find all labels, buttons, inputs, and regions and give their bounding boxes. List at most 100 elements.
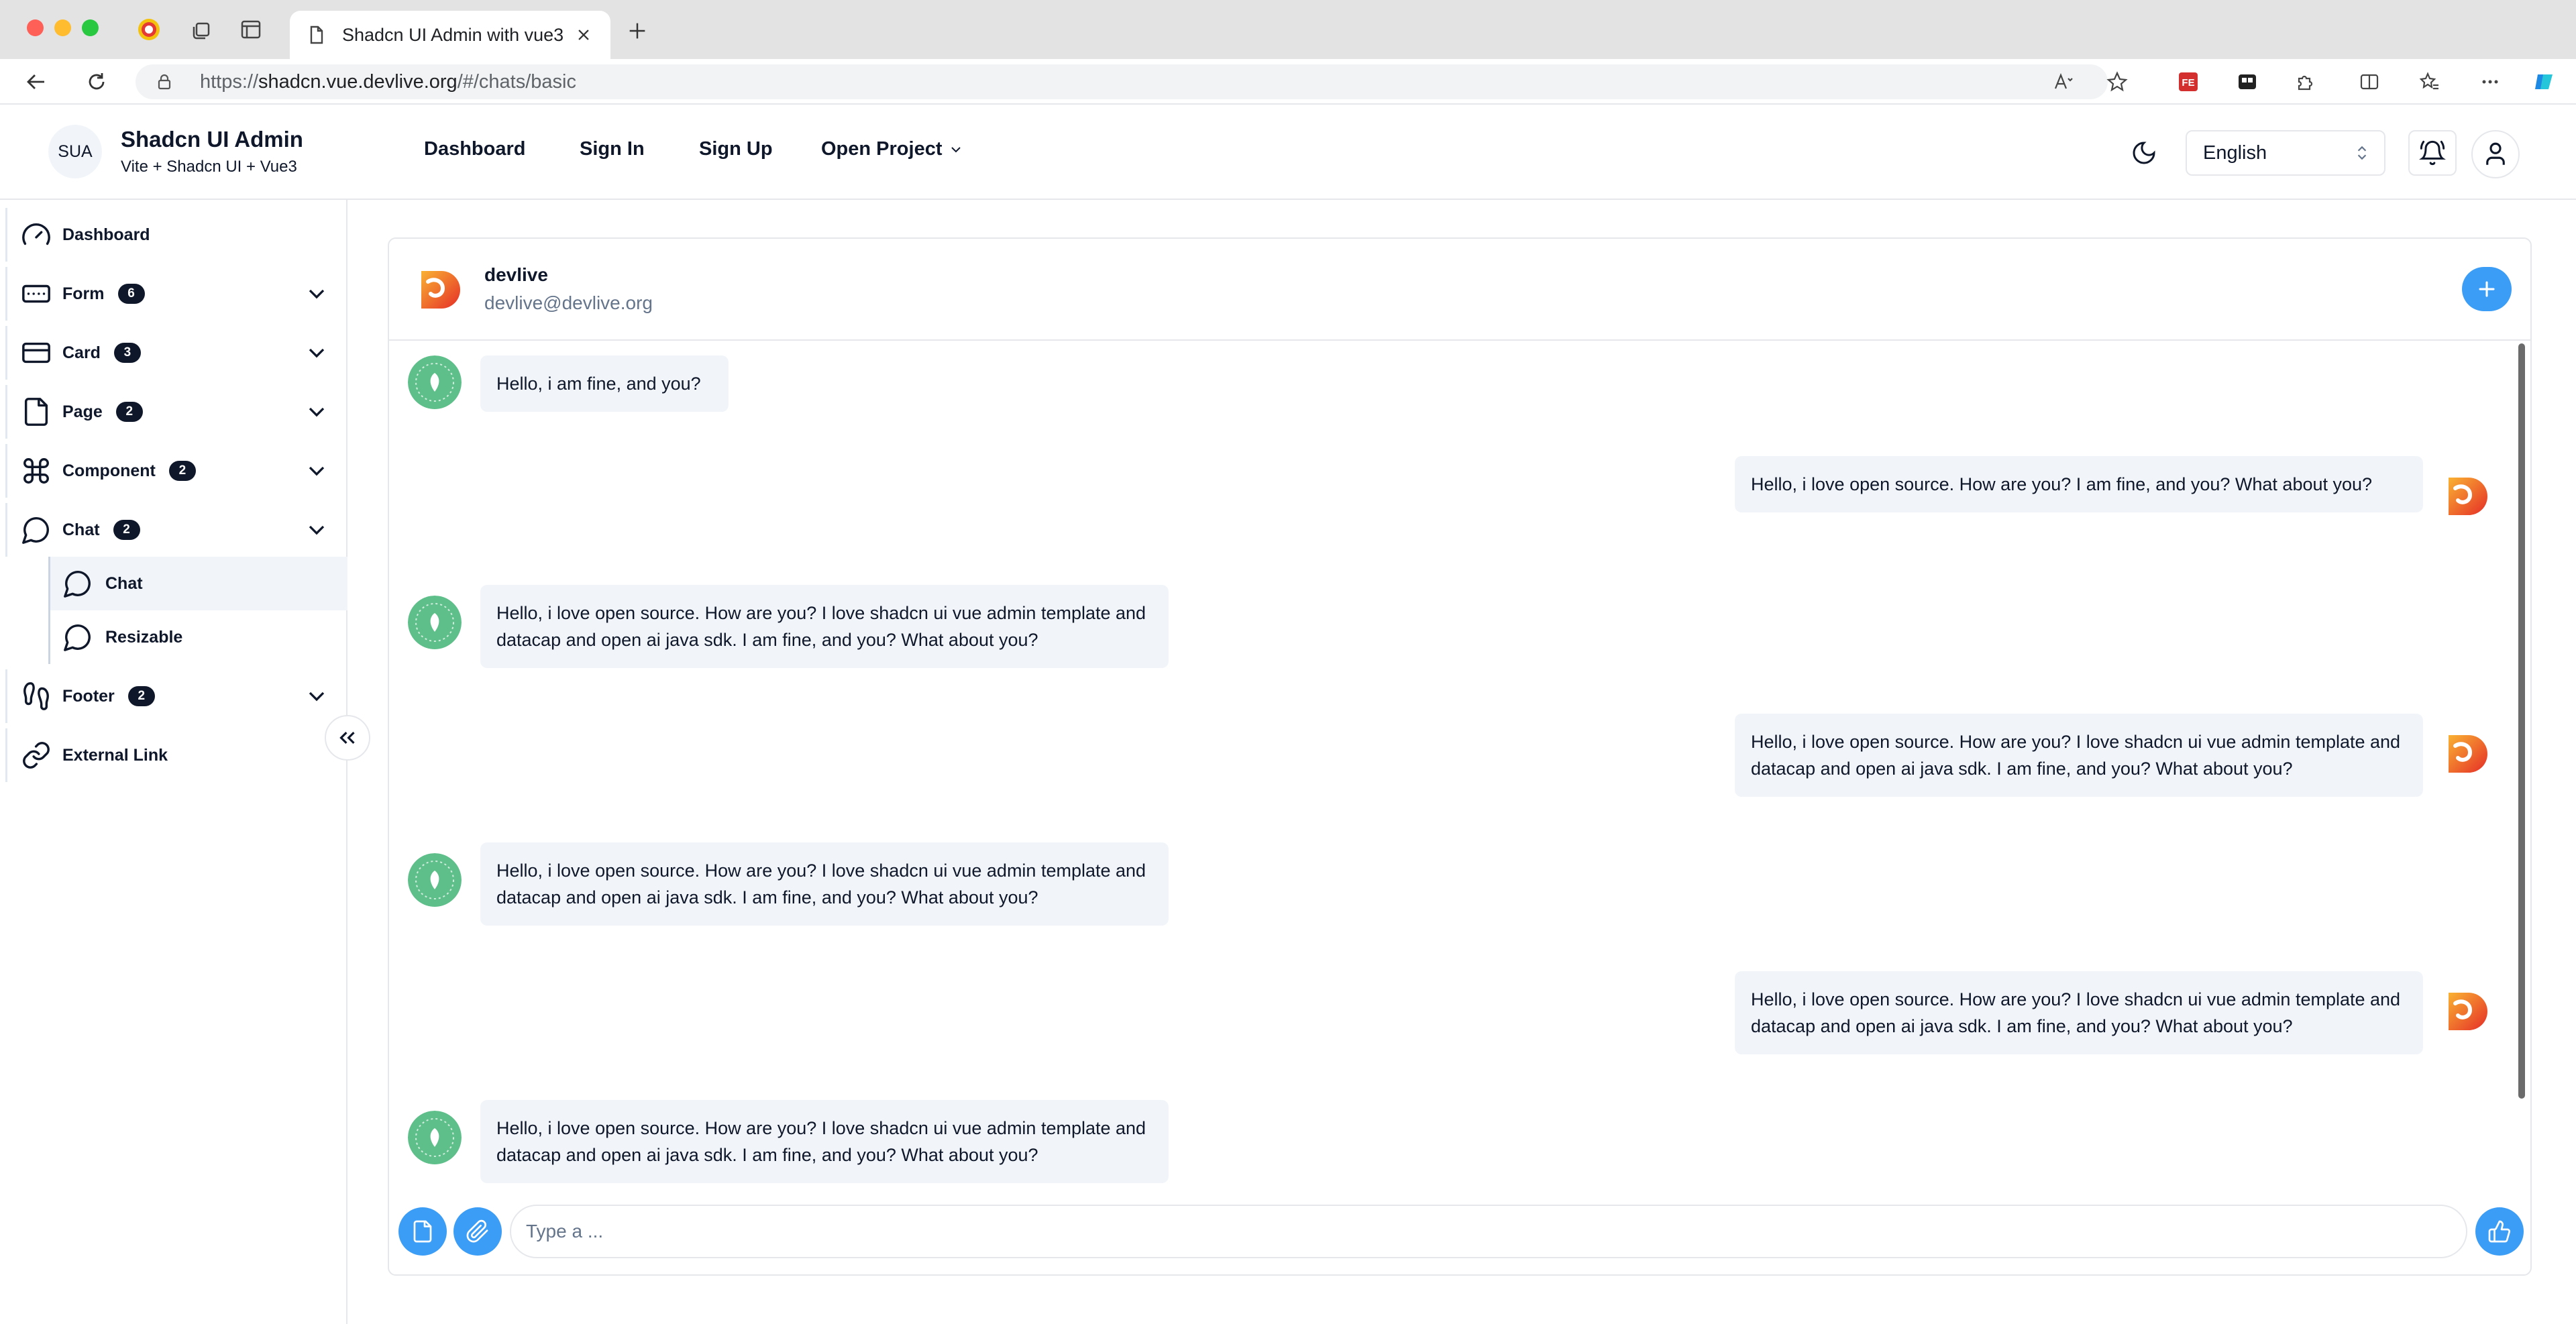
count-badge: 6 [117, 284, 145, 304]
command-icon [23, 458, 49, 484]
message-composer [389, 1178, 2530, 1274]
add-chat-button[interactable] [2462, 267, 2512, 311]
devlive-logo-avatar [2449, 993, 2487, 1030]
nav-link-dashboard[interactable]: Dashboard [424, 138, 525, 160]
user-menu-button[interactable] [2471, 130, 2520, 178]
chevron-down-icon[interactable] [303, 398, 330, 425]
sidebar-item-card[interactable]: Card 3 [5, 326, 347, 380]
sidebar-item-footer[interactable]: Footer 2 [5, 669, 347, 723]
nav-link-sign-in[interactable]: Sign In [580, 138, 645, 160]
extension-fe-icon[interactable]: FE [2174, 67, 2203, 97]
favorite-star-icon[interactable] [2102, 67, 2132, 97]
page-icon [310, 25, 323, 44]
message-circle-icon [22, 517, 49, 544]
collapse-sidebar-button[interactable] [325, 715, 370, 761]
user-icon [2486, 142, 2505, 165]
url-text: https://shadcn.vue.devlive.org/#/chats/b… [200, 70, 577, 93]
chevron-down-icon[interactable] [303, 457, 330, 484]
message-input[interactable] [510, 1205, 2467, 1258]
window-zoom-button[interactable] [82, 19, 99, 36]
svg-text:FE: FE [2182, 77, 2194, 89]
count-badge: 3 [113, 343, 141, 363]
split-screen-icon[interactable] [2355, 67, 2384, 97]
window-close-button[interactable] [27, 19, 44, 36]
assistant-avatar [408, 355, 462, 409]
browser-address-bar: https://shadcn.vue.devlive.org/#/chats/b… [0, 59, 2576, 105]
favorites-icon[interactable] [2415, 67, 2445, 97]
message-bubble: Hello, i love open source. How are you? … [1735, 714, 2423, 797]
attach-file-button[interactable] [398, 1207, 447, 1256]
vertical-tabs-icon[interactable] [236, 15, 266, 44]
message-bubble: Hello, i love open source. How are you? … [480, 585, 1169, 668]
message-circle-icon [64, 571, 91, 598]
browser-tab-active[interactable]: Shadcn UI Admin with vue3 [290, 11, 610, 59]
reload-icon[interactable] [82, 67, 111, 97]
tab-collections-icon[interactable] [188, 15, 217, 44]
sidebar-subitem-chat[interactable]: Chat [48, 557, 347, 610]
lock-icon [158, 74, 171, 90]
notifications-button[interactable] [2408, 130, 2457, 176]
message-bubble: Hello, i love open source. How are you? … [1735, 971, 2423, 1054]
sidebar-item-external-link[interactable]: External Link [5, 728, 347, 782]
theme-toggle-moon-icon[interactable] [2125, 134, 2163, 172]
message-bubble: Hello, i love open source. How are you? … [480, 1100, 1169, 1183]
brand-subtitle: Vite + Shadcn UI + Vue3 [121, 158, 297, 176]
chevrons-up-down-icon [2357, 146, 2367, 160]
read-aloud-icon[interactable] [2049, 67, 2078, 97]
chevron-down-icon[interactable] [303, 280, 330, 307]
sidebar: Dashboard Form 6 Card 3 Page 2 Component… [0, 200, 347, 1324]
devlive-logo-avatar [421, 271, 460, 309]
sidebar-item-page[interactable]: Page 2 [5, 385, 347, 439]
chevron-down-icon [951, 146, 961, 152]
nav-link-sign-up[interactable]: Sign Up [699, 138, 773, 160]
count-badge: 2 [115, 402, 143, 422]
more-options-icon[interactable] [2475, 67, 2505, 97]
sidebar-brand: SUA Shadcn UI Admin Vite + Shadcn UI + V… [0, 105, 347, 200]
url-field[interactable]: https://shadcn.vue.devlive.org/#/chats/b… [136, 64, 2108, 99]
devlive-logo-avatar [2449, 735, 2487, 773]
chevron-down-icon[interactable] [303, 516, 330, 543]
assistant-avatar [408, 596, 462, 649]
sidebar-item-component[interactable]: Component 2 [5, 444, 347, 498]
brand-title: Shadcn UI Admin [121, 127, 303, 152]
bell-ring-icon [2419, 140, 2446, 166]
message-bubble: Hello, i am fine, and you? [480, 355, 729, 412]
brand-logo: SUA [48, 125, 102, 178]
sidebar-item-dashboard[interactable]: Dashboard [5, 208, 347, 262]
sidebar-subitem-resizable[interactable]: Resizable [48, 610, 347, 664]
sidebar-item-chat[interactable]: Chat 2 [5, 503, 347, 557]
chat-panel: devlive devlive@devlive.org Hello, i am … [388, 237, 2532, 1276]
extensions-puzzle-icon[interactable] [2290, 67, 2320, 97]
extension-app-icon[interactable] [2233, 67, 2262, 97]
copilot-icon[interactable] [2529, 67, 2559, 97]
browser-tab-bar: Shadcn UI Admin with vue3 [0, 0, 2576, 59]
chevron-down-icon[interactable] [303, 339, 330, 366]
back-arrow-icon[interactable] [21, 67, 51, 97]
browser-profile-icon[interactable] [134, 15, 164, 44]
thumbs-up-icon [2488, 1220, 2510, 1243]
devlive-logo-avatar [2449, 478, 2487, 515]
send-like-button[interactable] [2475, 1207, 2524, 1256]
close-tab-icon[interactable] [573, 24, 594, 46]
paperclip-icon [466, 1219, 488, 1243]
attach-paperclip-button[interactable] [453, 1207, 502, 1256]
sidebar-item-form[interactable]: Form 6 [5, 267, 347, 321]
file-icon [413, 1220, 432, 1243]
message-list-scrollbar[interactable] [2518, 343, 2525, 1099]
plus-icon [2479, 281, 2495, 297]
new-tab-button[interactable] [623, 16, 652, 46]
message-bubble: Hello, i love open source. How are you? … [480, 842, 1169, 926]
link-icon [23, 742, 50, 769]
app-root: SUA Shadcn UI Admin Vite + Shadcn UI + V… [0, 105, 2576, 1324]
credit-card-icon [22, 342, 50, 364]
nav-link-open-project[interactable]: Open Project [821, 138, 964, 160]
chevrons-left-icon [339, 731, 355, 744]
language-select[interactable]: English [2186, 130, 2385, 176]
count-badge: 2 [127, 686, 155, 706]
count-badge: 2 [168, 461, 196, 481]
window-minimize-button[interactable] [54, 19, 71, 36]
chevron-down-icon[interactable] [303, 683, 330, 710]
message-bubble: Hello, i love open source. How are you? … [1735, 456, 2423, 512]
message-circle-icon [64, 624, 91, 651]
assistant-avatar [408, 853, 462, 907]
